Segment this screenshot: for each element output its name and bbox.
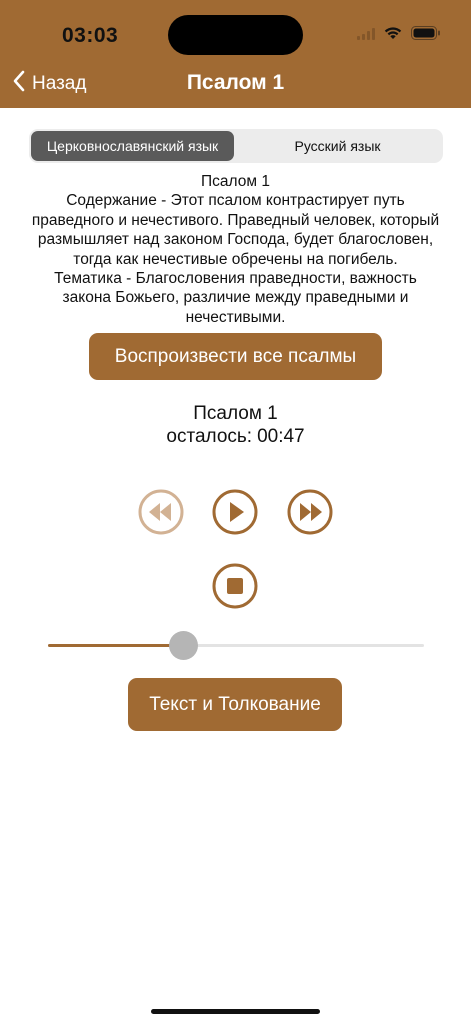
- rewind-icon: [138, 489, 184, 535]
- stop-button[interactable]: [212, 563, 258, 609]
- home-indicator: [151, 1009, 320, 1014]
- wifi-icon: [383, 26, 403, 45]
- psalm-description: Псалом 1 Содержание - Этот псалом контра…: [14, 172, 457, 327]
- description-line: нечестивыми.: [185, 308, 286, 326]
- nav-header: 03:03 Назад Псалом 1: [0, 0, 471, 108]
- cellular-icon: [357, 27, 375, 45]
- description-heading: Псалом 1: [201, 173, 270, 190]
- fast-forward-icon: [287, 489, 333, 535]
- language-segmented-control: Церковнославянский язык Русский язык: [29, 129, 443, 163]
- description-line: Содержание - Этот псалом контрастирует п…: [66, 192, 405, 210]
- description-line: размышляет над законом Господа, будет бл…: [37, 231, 434, 249]
- battery-icon: [411, 26, 441, 45]
- play-all-button[interactable]: Воспроизвести все псалмы: [89, 333, 382, 380]
- description-line: праведного и нечестивого. Праведный чело…: [31, 211, 440, 229]
- tab-church-slavonic[interactable]: Церковнославянский язык: [31, 131, 234, 161]
- current-track-name: Псалом 1: [193, 403, 278, 424]
- description-line: тогда как нечестивые обречены на погибел…: [73, 250, 398, 268]
- slider-fill: [48, 644, 184, 647]
- play-button[interactable]: [212, 489, 258, 535]
- page-title: Псалом 1: [186, 71, 285, 94]
- play-icon: [212, 489, 258, 535]
- remaining-time: 00:47: [257, 426, 305, 447]
- dynamic-island: [168, 15, 303, 55]
- remaining-time-row: осталось: 00:47: [0, 426, 471, 448]
- remaining-label: осталось:: [166, 426, 253, 447]
- status-icons: [357, 26, 441, 45]
- slider-thumb[interactable]: [168, 631, 198, 660]
- description-line: Тематика - Благословения праведности, ва…: [54, 270, 417, 288]
- tab-russian[interactable]: Русский язык: [234, 131, 441, 161]
- stop-icon: [212, 563, 258, 609]
- rewind-button[interactable]: [138, 489, 184, 535]
- status-time: 03:03: [62, 24, 119, 47]
- fast-forward-button[interactable]: [287, 489, 333, 535]
- description-line: закона Божьего, различие между праведным…: [62, 289, 409, 307]
- playback-slider[interactable]: [48, 631, 424, 660]
- text-and-commentary-button[interactable]: Текст и Толкование: [128, 678, 342, 731]
